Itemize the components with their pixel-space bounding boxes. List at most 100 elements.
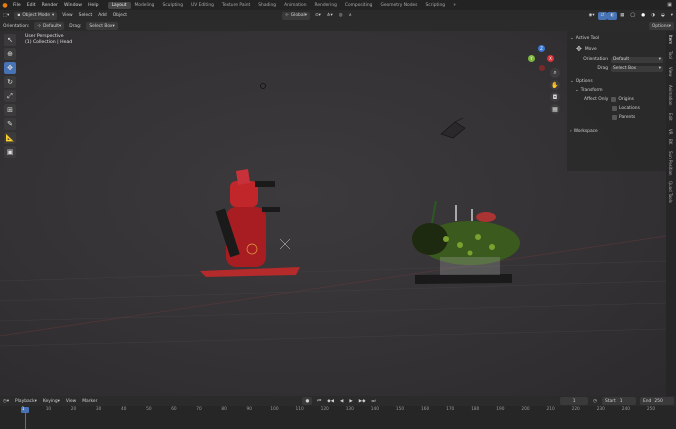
menu-select[interactable]: Select — [76, 12, 96, 20]
jump-keyframe-back-icon[interactable]: ◆◀ — [324, 397, 337, 405]
scale-tool-icon[interactable]: ⤢ — [4, 90, 16, 102]
marker-menu[interactable]: Marker — [79, 397, 100, 405]
tab-quad-tools[interactable]: Quad Tools — [668, 181, 673, 203]
gizmo-z-axis[interactable]: Z — [538, 45, 545, 52]
active-tool-row[interactable]: ✥ Move — [570, 43, 663, 55]
workspace-header[interactable]: › Workspace — [570, 127, 663, 136]
scene-icon[interactable]: ▣ — [667, 2, 672, 8]
ortho-grid-icon[interactable]: ▦ — [550, 104, 560, 114]
tab-sculpting[interactable]: Sculpting — [158, 2, 187, 9]
rotate-tool-icon[interactable]: ↻ — [4, 76, 16, 88]
transform-orientation-selector[interactable]: ⊹ Global ▾ — [282, 11, 310, 20]
snap-icon[interactable]: ⋔▾ — [324, 12, 336, 20]
menu-view[interactable]: View — [59, 12, 75, 20]
origins-checkbox[interactable] — [611, 97, 617, 102]
tab-bk[interactable]: BK — [668, 139, 673, 144]
tab-vr[interactable]: VR — [668, 129, 673, 135]
gizmo-neg-x-axis[interactable] — [539, 65, 545, 71]
jump-keyframe-forward-icon[interactable]: ▶◆ — [356, 397, 369, 405]
visibility-icon[interactable]: ◉▾ — [586, 12, 598, 20]
play-reverse-icon[interactable]: ◀ — [337, 397, 346, 405]
pivot-icon[interactable]: ⊙▾ — [312, 12, 324, 20]
select-cursor-icon[interactable]: ↖ — [4, 34, 16, 46]
preview-range-icon[interactable]: ◷ — [590, 397, 600, 405]
tab-compositing[interactable]: Compositing — [341, 2, 377, 9]
proportional-edit-icon[interactable]: ◎ — [336, 12, 346, 20]
keying-menu[interactable]: Keying ▾ — [40, 397, 63, 405]
playback-menu[interactable]: Playback ▾ — [12, 397, 40, 405]
tab-layout[interactable]: Layout — [107, 1, 131, 9]
locations-checkbox[interactable] — [612, 106, 617, 111]
light-object-icon — [260, 83, 266, 89]
menu-add[interactable]: Add — [95, 12, 110, 20]
options-dropdown[interactable]: Options ▾ — [648, 22, 674, 30]
tab-animation[interactable]: Animation — [668, 85, 673, 105]
menu-edit[interactable]: Edit — [24, 3, 39, 8]
shading-rendered-icon[interactable]: ◒ — [658, 12, 668, 20]
timeline-view-menu[interactable]: View — [63, 397, 79, 405]
end-frame-field[interactable]: End 250 — [640, 397, 674, 405]
cursor-tool-icon[interactable]: ⊕ — [4, 48, 16, 60]
tab-texture-paint[interactable]: Texture Paint — [218, 2, 254, 9]
ruler-tick-label: 120 — [320, 407, 329, 412]
pan-hand-icon[interactable]: ✋ — [550, 80, 560, 90]
options-header[interactable]: ⌄ Options — [570, 77, 663, 86]
npanel-drag-dropdown[interactable]: Select Box ▾ — [611, 65, 663, 72]
transform-tool-icon[interactable]: ⊞ — [4, 104, 16, 116]
falloff-icon[interactable]: ∧ — [346, 12, 355, 20]
tab-view[interactable]: View — [668, 67, 673, 77]
zoom-icon[interactable]: ⌕ — [550, 68, 560, 78]
tab-shading[interactable]: Shading — [254, 2, 280, 9]
tool-settings-drag-dropdown[interactable]: Select Box ▾ — [86, 22, 118, 30]
menu-window[interactable]: Window — [61, 3, 85, 8]
tool-settings-orientation-dropdown[interactable]: ⊹ Default ▾ — [34, 22, 65, 30]
gizmo-y-axis[interactable]: Y — [528, 55, 535, 62]
xray-icon[interactable]: ▦ — [617, 12, 627, 20]
overlay-icon[interactable]: ◐ — [607, 11, 618, 20]
jump-end-icon[interactable]: ⏭ — [369, 397, 379, 405]
jump-start-icon[interactable]: ⏮ — [314, 397, 324, 405]
mode-label: Object Mode — [22, 13, 51, 18]
npanel-orientation-dropdown[interactable]: Default ▾ — [611, 56, 663, 63]
tab-modeling[interactable]: Modeling — [131, 2, 159, 9]
editor-type-icon[interactable]: ⬚▾ — [0, 12, 12, 20]
camera-view-icon[interactable]: ◘ — [550, 92, 560, 102]
transform-header[interactable]: ⌄ Transform — [570, 86, 663, 95]
blender-logo-icon[interactable]: ● — [0, 1, 10, 9]
shading-options-icon[interactable]: ▾ — [668, 12, 676, 20]
ruler-tick-label: 30 — [95, 407, 102, 412]
tab-sun-position[interactable]: Sun Position — [668, 151, 673, 175]
add-workspace-button[interactable]: + — [449, 2, 461, 9]
tab-animation[interactable]: Animation — [280, 2, 310, 9]
move-tool-icon[interactable]: ✥ — [4, 62, 16, 74]
menu-help[interactable]: Help — [85, 3, 101, 8]
shading-solid-icon[interactable]: ● — [638, 12, 648, 20]
ruler-tick-label: 220 — [571, 407, 580, 412]
play-icon[interactable]: ▶ — [346, 397, 355, 405]
add-cube-icon[interactable]: ▣ — [4, 146, 16, 158]
measure-tool-icon[interactable]: 📐 — [4, 132, 16, 144]
parents-checkbox[interactable] — [612, 115, 617, 120]
tab-uv-editing[interactable]: UV Editing — [187, 2, 218, 9]
active-tool-header[interactable]: ⌄ Active Tool — [570, 34, 663, 43]
menu-file[interactable]: File — [10, 3, 24, 8]
timeline-editor-icon[interactable]: ◷▾ — [0, 397, 12, 405]
tab-scripting[interactable]: Scripting — [421, 2, 449, 9]
tab-edit[interactable]: Edit — [668, 113, 673, 121]
tab-rendering[interactable]: Rendering — [310, 2, 340, 9]
menu-object[interactable]: Object — [110, 12, 130, 20]
tab-item[interactable]: Item — [668, 35, 673, 44]
timeline-ruler[interactable]: 1 10 20 30 40 50 60 70 80 90 100 110 120 130 140 150 160… — [0, 406, 676, 429]
shading-material-icon[interactable]: ◑ — [648, 12, 658, 20]
current-frame-field[interactable]: 1 — [560, 397, 589, 405]
tab-tool[interactable]: Tool — [668, 51, 673, 59]
annotate-tool-icon[interactable]: ✎ — [4, 118, 16, 130]
tab-geometry-nodes[interactable]: Geometry Nodes — [376, 2, 421, 9]
start-frame-field[interactable]: Start 1 — [602, 397, 636, 405]
mode-selector[interactable]: ▪ Object Mode ▾ — [14, 11, 58, 20]
gizmo-x-axis[interactable]: X — [547, 55, 554, 62]
record-icon[interactable]: ● — [302, 397, 313, 405]
menu-render[interactable]: Render — [39, 3, 61, 8]
shading-wireframe-icon[interactable]: ◯ — [627, 12, 638, 20]
gizmo-toggle-icon[interactable]: ⇄ — [597, 11, 608, 20]
